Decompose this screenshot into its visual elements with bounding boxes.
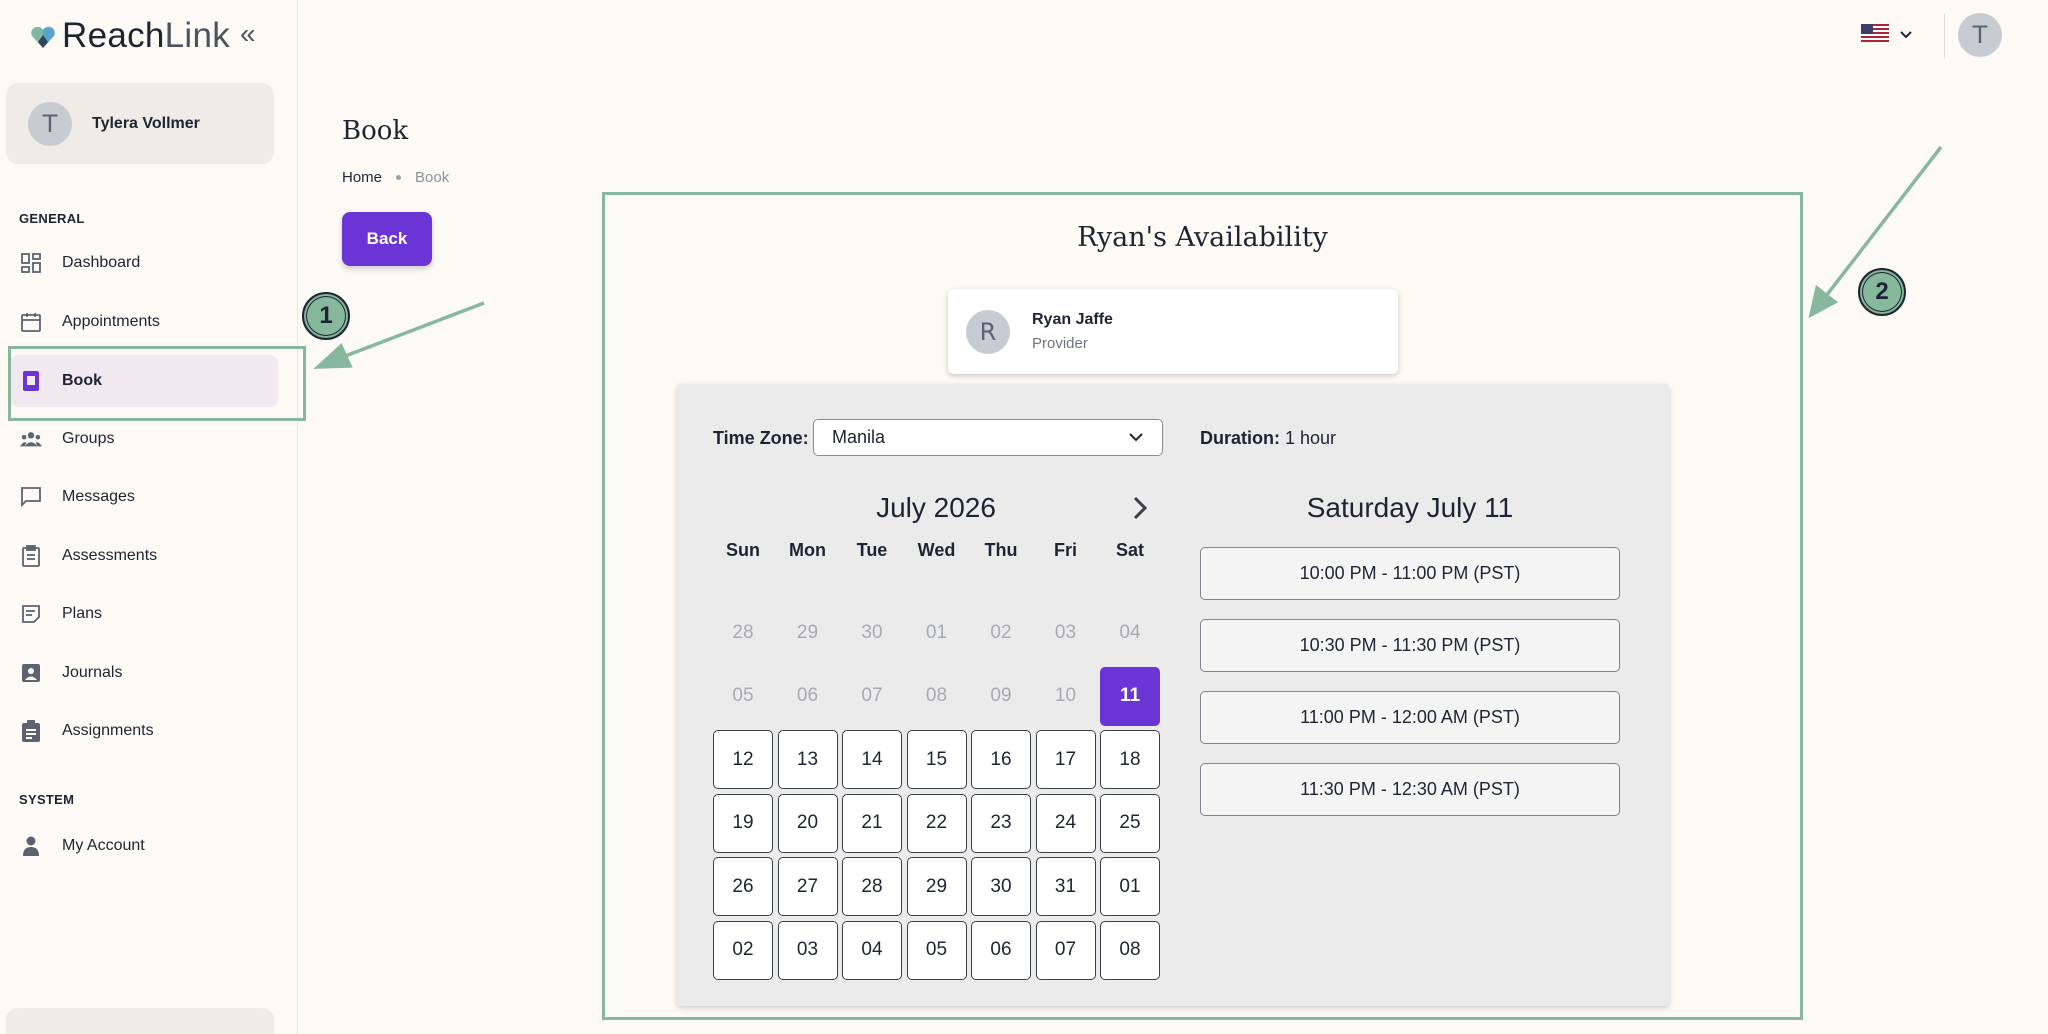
breadcrumb-home[interactable]: Home [342,169,382,186]
chevron-down-icon [1899,27,1913,45]
arrow-1-line [339,301,485,360]
sidebar-item-assignments[interactable]: Assignments [10,705,278,757]
logo-heart-icon [28,21,58,51]
brand-name-part2: Link [164,16,231,55]
sidebar-item-label: Dashboard [62,254,141,271]
user-avatar[interactable]: T [1958,13,2002,57]
message-icon [20,486,42,508]
sidebar-bottom-card [6,1008,274,1034]
annotation-frame-1 [8,346,306,421]
plans-icon [20,603,42,625]
clipboard-icon [20,545,42,567]
breadcrumb: Home Book [342,169,449,186]
avatar: T [28,101,72,146]
breadcrumb-current: Book [415,169,450,186]
sidebar-item-label: Appointments [62,313,160,330]
sidebar-item-label: Assignments [62,722,154,739]
sidebar-item-my-account[interactable]: My Account [10,820,278,872]
sidebar-item-appointments[interactable]: Appointments [10,296,278,348]
sidebar-item-label: Messages [62,488,135,505]
annotation-frame-2 [602,192,1803,1020]
collapse-sidebar-icon[interactable]: « [240,18,256,50]
back-button[interactable]: Back [342,212,432,266]
groups-icon [20,428,42,450]
sidebar-item-label: Plans [62,605,103,622]
sidebar-item-label: My Account [62,837,145,854]
sidebar-item-messages[interactable]: Messages [10,471,278,523]
user-name: Tylera Vollmer [92,114,200,132]
sidebar-item-label: Assessments [62,547,158,564]
sidebar-item-label: Journals [62,664,123,681]
page-title: Book [342,116,409,146]
journal-icon [20,662,42,684]
brand-name-part1: Reach [62,16,165,55]
section-label-system: SYSTEM [19,792,75,807]
arrow-1-head [313,343,353,369]
assignment-icon [20,720,42,742]
annotation-badge-2: 2 [1858,268,1906,316]
calendar-icon [20,311,42,333]
sidebar-item-plans[interactable]: Plans [10,588,278,640]
arrow-2-head [1808,284,1839,319]
sidebar-item-journals[interactable]: Journals [10,647,278,699]
user-card[interactable]: T Tylera Vollmer [6,83,274,164]
dashboard-icon [20,252,42,274]
sidebar-item-label: Groups [62,430,115,447]
breadcrumb-separator [396,175,402,180]
us-flag-icon [1861,24,1889,47]
topbar-divider [1944,14,1945,58]
section-label-general: GENERAL [19,211,85,226]
language-selector[interactable] [1861,24,1913,47]
sidebar-item-assessments[interactable]: Assessments [10,530,278,582]
sidebar: Reach Link « T Tylera Vollmer GENERAL Das… [0,0,298,1034]
annotation-badge-1: 1 [302,292,350,340]
app-logo[interactable]: Reach Link [28,16,230,56]
sidebar-item-dashboard[interactable]: Dashboard [10,237,278,289]
person-icon [20,835,42,857]
